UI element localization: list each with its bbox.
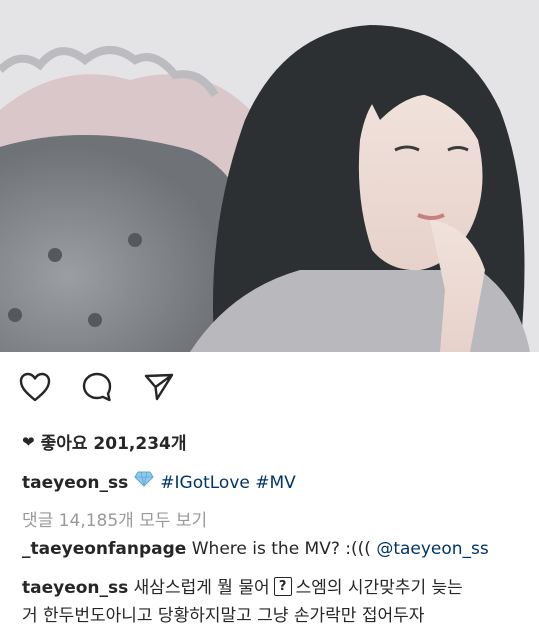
portrait-illustration [0, 0, 539, 352]
hashtag-mv[interactable]: #MV [255, 473, 296, 493]
comment-username[interactable]: taeyeon_ss [22, 578, 128, 598]
comment-mention[interactable]: @taeyeon_ss [376, 539, 488, 559]
gem-icon [134, 471, 154, 492]
comment-text: 새삼스럽게 뭘 물어 [133, 578, 270, 598]
caption-username[interactable]: taeyeon_ss [22, 473, 128, 493]
comment-item: taeyeon_ss 새삼스럽게 뭘 물어? 스엠의 시간맞추기 늦는 [22, 573, 463, 599]
hashtag-igotlove[interactable]: #IGotLove [160, 473, 250, 493]
comment-text-continued: 스엠의 시간맞추기 늦는 [295, 578, 463, 598]
comment-username[interactable]: _taeyeonfanpage [22, 539, 186, 559]
heart-outline-icon[interactable] [17, 369, 53, 405]
comment-text: Where is the MV? :((( [191, 539, 371, 559]
unknown-char-box: ? [273, 577, 292, 596]
paper-plane-icon[interactable] [141, 369, 177, 405]
comment-item: _taeyeonfanpage Where is the MV? :((( @t… [22, 539, 489, 559]
comment-text-line2: 거 한두번도아니고 당황하지말고 그냥 손가락만 접어두자 [22, 606, 425, 626]
likes-label: 좋아요 201,234개 [40, 434, 187, 454]
post-photo[interactable] [0, 0, 539, 352]
likes-count[interactable]: ❤ 좋아요 201,234개 [22, 429, 187, 455]
view-all-comments-link[interactable]: 댓글 14,185개 모두 보기 [22, 506, 207, 531]
heart-filled-icon: ❤ [22, 432, 35, 451]
caption-row: taeyeon_ss #IGotLove #MV [22, 471, 296, 495]
post-actions [17, 366, 177, 408]
comment-bubble-icon[interactable] [79, 369, 115, 405]
